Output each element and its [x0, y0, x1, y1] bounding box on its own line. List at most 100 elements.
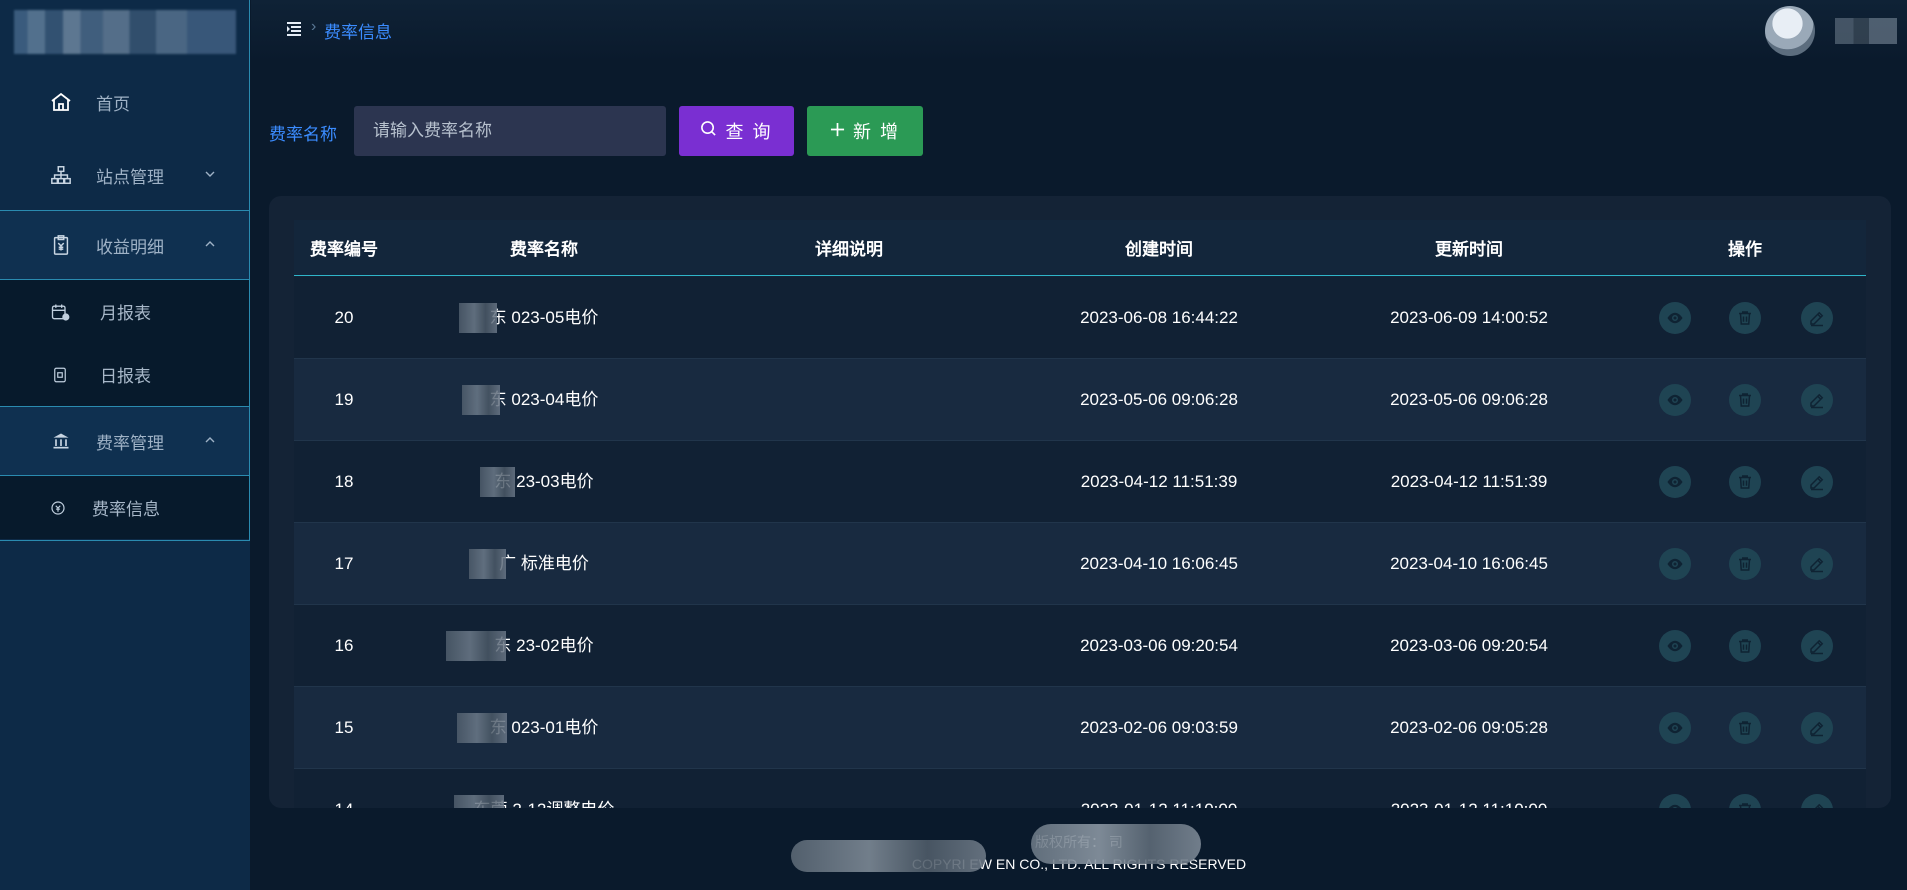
rate-name-cell: 东 023-05电价 — [489, 308, 599, 327]
delete-icon[interactable] — [1729, 794, 1761, 808]
delete-icon[interactable] — [1729, 384, 1761, 416]
description-cell — [694, 277, 1004, 359]
home-icon — [48, 89, 74, 115]
sitemap-icon — [48, 162, 74, 188]
chevron-up-icon — [204, 434, 216, 449]
query-button[interactable]: 查 询 — [679, 106, 794, 156]
rate-name-search-input[interactable] — [354, 106, 666, 156]
redaction-blur — [459, 303, 497, 333]
created-time-cell: 2023-04-10 16:06:45 — [1080, 554, 1238, 573]
search-label: 费率名称 — [269, 125, 337, 144]
rate-id-cell: 14 — [294, 769, 394, 808]
sidebar-item-rate-info[interactable]: 费率信息 — [0, 476, 249, 539]
rate-id-cell: 18 — [334, 472, 354, 491]
description-cell — [694, 605, 1004, 687]
created-time-cell: 2023-06-08 16:44:22 — [1080, 308, 1238, 327]
delete-icon[interactable] — [1729, 302, 1761, 334]
updated-time-cell: 2023-02-06 09:05:28 — [1390, 718, 1548, 737]
table-row: 15 东 023-01电价 2023-02-06 09:03:59 2023-02-0… — [294, 687, 1866, 769]
updated-time-cell: 2023-06-09 14:00:52 — [1390, 308, 1548, 327]
description-cell — [694, 441, 1004, 523]
delete-icon[interactable] — [1729, 630, 1761, 662]
add-button[interactable]: 新 增 — [807, 106, 923, 156]
rate-id-cell: 20 — [334, 308, 354, 327]
created-time-cell: 2023-02-06 09:03:59 — [1080, 718, 1238, 737]
header-rate-id: 费率编号 — [310, 240, 378, 259]
rate-name-cell: 东莞 2-12调整电价 — [394, 769, 694, 808]
avatar[interactable] — [1765, 6, 1815, 56]
sidebar-item-rate-management[interactable]: 费率管理 — [0, 406, 249, 476]
sidebar-item-label: 日报表 — [100, 367, 151, 386]
table-row: 18 东 23-03电价 2023-04-12 11:51:39 2023-04-12… — [294, 441, 1866, 523]
delete-icon[interactable] — [1729, 466, 1761, 498]
rate-name-cell: 东 023-04电价 — [489, 390, 599, 409]
redaction-blur — [469, 549, 506, 579]
user-name-blurred[interactable] — [1835, 18, 1897, 44]
plus-icon — [830, 121, 845, 142]
rate-name-cell: 东 23-03电价 — [494, 472, 594, 491]
created-time-cell: 2023-05-06 09:06:28 — [1080, 390, 1238, 409]
sidebar: 首页 站点管理 收益明细 月报表 日报表 费率管理 费率信息 — [0, 0, 250, 890]
created-time-cell: 2023-03-06 09:20:54 — [1080, 636, 1238, 655]
sheet-icon — [50, 365, 70, 385]
edit-icon[interactable] — [1801, 548, 1833, 580]
description-cell — [694, 687, 1004, 769]
rate-id-cell: 16 — [334, 636, 354, 655]
sidebar-item-label: 收益明细 — [96, 237, 164, 257]
table-row: 20 东 023-05电价 2023-06-08 16:44:22 2023-06-0… — [294, 277, 1866, 359]
created-time-cell: 2023-01-12 11:10:00 — [1004, 769, 1314, 808]
view-icon[interactable] — [1659, 466, 1691, 498]
edit-icon[interactable] — [1801, 384, 1833, 416]
view-icon[interactable] — [1659, 794, 1691, 808]
view-icon[interactable] — [1659, 712, 1691, 744]
view-icon[interactable] — [1659, 302, 1691, 334]
header-rate-name: 费率名称 — [510, 240, 578, 259]
redaction-blur — [480, 467, 515, 497]
breadcrumb-separator: › — [311, 18, 317, 35]
delete-icon[interactable] — [1729, 548, 1761, 580]
description-cell — [694, 523, 1004, 605]
menu-collapse-icon[interactable] — [285, 20, 303, 38]
sidebar-item-site-management[interactable]: 站点管理 — [0, 140, 249, 210]
rate-name-cell: 广 标准电价 — [499, 554, 589, 573]
top-header: › 费率信息 — [251, 0, 1907, 62]
header-actions: 操作 — [1728, 240, 1762, 259]
table-row: 16 东 23-02电价 2023-03-06 09:20:54 2023-03-06… — [294, 605, 1866, 687]
sidebar-item-label: 站点管理 — [96, 167, 164, 187]
sidebar-item-daily-report[interactable]: 日报表 — [0, 343, 249, 406]
table-row: 17 广 标准电价 2023-04-10 16:06:45 2023-04-10 16… — [294, 523, 1866, 605]
updated-time-cell: 2023-01-12 11:10:00 — [1314, 769, 1624, 808]
footer-blurred-text — [1031, 824, 1201, 864]
breadcrumb[interactable]: 费率信息 — [324, 18, 392, 43]
chevron-up-icon — [204, 238, 216, 253]
sidebar-item-home[interactable]: 首页 — [0, 64, 249, 140]
edit-icon[interactable] — [1801, 794, 1833, 808]
redaction-blur — [454, 795, 504, 808]
header-created-time: 创建时间 — [1125, 240, 1193, 259]
bank-icon — [48, 428, 74, 454]
table-body: 20 东 023-05电价 2023-06-08 16:44:22 2023-06-0… — [294, 277, 1866, 808]
logo-blurred-image — [14, 10, 236, 54]
rate-id-cell: 17 — [334, 554, 354, 573]
description-cell — [694, 359, 1004, 441]
table-row: 14东莞 2-12调整电价 2023-01-12 11:10:002023-01-… — [294, 769, 1866, 808]
view-icon[interactable] — [1659, 548, 1691, 580]
table-header: 费率编号 费率名称 详细说明 创建时间 更新时间 操作 — [294, 220, 1866, 276]
redaction-blur — [446, 631, 506, 661]
sidebar-item-income-details[interactable]: 收益明细 — [0, 210, 249, 280]
sidebar-item-monthly-report[interactable]: 月报表 — [0, 280, 249, 343]
updated-time-cell: 2023-03-06 09:20:54 — [1390, 636, 1548, 655]
footer-blurred-text — [791, 840, 986, 872]
chevron-down-icon — [204, 168, 216, 183]
view-icon[interactable] — [1659, 384, 1691, 416]
edit-icon[interactable] — [1801, 630, 1833, 662]
header-updated-time: 更新时间 — [1435, 240, 1503, 259]
rate-submenu: 费率信息 — [0, 476, 249, 539]
view-icon[interactable] — [1659, 630, 1691, 662]
delete-icon[interactable] — [1729, 712, 1761, 744]
edit-icon[interactable] — [1801, 466, 1833, 498]
edit-icon[interactable] — [1801, 302, 1833, 334]
sidebar-item-label: 月报表 — [100, 304, 151, 323]
edit-icon[interactable] — [1801, 712, 1833, 744]
rate-name-cell: 东 23-02电价 — [494, 636, 594, 655]
